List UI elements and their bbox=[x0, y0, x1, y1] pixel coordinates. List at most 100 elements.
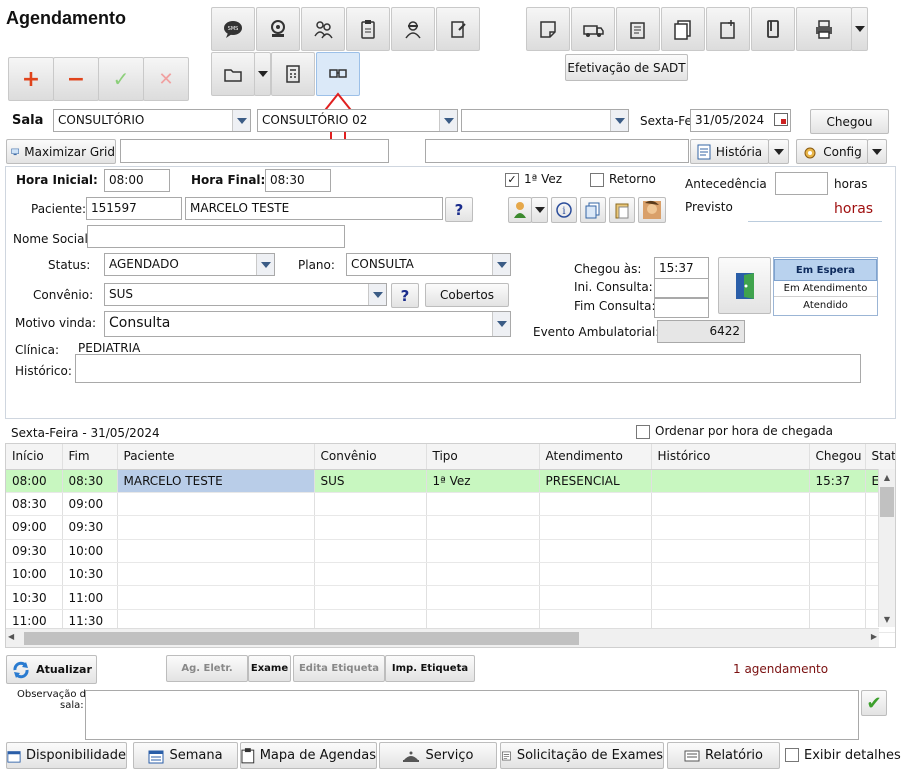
efetivacao-sadt-button[interactable]: Efetivação de SADT bbox=[565, 54, 688, 81]
ini-consulta-field[interactable] bbox=[654, 278, 709, 298]
status-select[interactable]: AGENDADO bbox=[104, 253, 275, 276]
sala-select-1[interactable]: CONSULTÓRIO bbox=[53, 109, 251, 132]
status-atendido[interactable]: Atendido bbox=[774, 297, 877, 313]
paciente-id-field[interactable]: 151597 bbox=[86, 197, 182, 220]
scroll-down-icon[interactable]: ▼ bbox=[879, 611, 895, 627]
remove-button[interactable]: − bbox=[53, 57, 99, 101]
col-chegou[interactable]: Chegou bbox=[809, 444, 866, 470]
doctor-button[interactable] bbox=[391, 7, 435, 51]
col-tipo[interactable]: Tipo bbox=[426, 444, 540, 470]
status-em-espera[interactable]: Em Espera bbox=[774, 259, 877, 281]
prescription-button[interactable] bbox=[706, 7, 750, 51]
webcam-button[interactable] bbox=[256, 7, 300, 51]
col-historico[interactable]: Histórico bbox=[651, 444, 810, 470]
hora-inicial-field[interactable]: 08:00 bbox=[104, 169, 170, 192]
historico-field[interactable] bbox=[75, 354, 861, 383]
convenio-help-button[interactable]: ? bbox=[391, 283, 419, 308]
hora-final-field[interactable]: 08:30 bbox=[265, 169, 331, 192]
exame-button[interactable]: Exame bbox=[248, 655, 291, 682]
config-dropdown-button[interactable] bbox=[867, 139, 887, 164]
phone-button[interactable] bbox=[751, 7, 795, 51]
copy-button[interactable] bbox=[580, 197, 606, 223]
sms-button[interactable]: SMS bbox=[211, 7, 255, 51]
col-fim[interactable]: Fim bbox=[62, 444, 118, 470]
scroll-right-icon[interactable]: ▶ bbox=[871, 632, 877, 641]
door-button[interactable] bbox=[718, 257, 771, 314]
primeira-vez-checkbox[interactable]: ✓ bbox=[505, 173, 519, 187]
chegou-as-field[interactable]: 15:37 bbox=[654, 257, 709, 280]
col-atendimento[interactable]: Atendimento bbox=[539, 444, 652, 470]
note-button[interactable] bbox=[526, 7, 570, 51]
nome-social-field[interactable] bbox=[87, 225, 345, 248]
fim-consulta-field[interactable] bbox=[654, 298, 709, 318]
vertical-scrollbar[interactable]: ▲ ▼ bbox=[878, 469, 895, 627]
document-edit-button[interactable] bbox=[436, 7, 480, 51]
antecedencia-field[interactable] bbox=[775, 172, 828, 195]
retorno-checkbox[interactable] bbox=[590, 173, 604, 187]
sala-select-3[interactable] bbox=[461, 109, 629, 132]
person-button[interactable] bbox=[508, 197, 532, 223]
table-row[interactable]: 09:00 09:30 bbox=[6, 515, 895, 540]
col-status[interactable]: Stat bbox=[865, 444, 895, 470]
plano-select[interactable]: CONSULTA bbox=[346, 253, 511, 276]
paste-button[interactable] bbox=[609, 197, 635, 223]
paciente-help-button[interactable]: ? bbox=[445, 197, 473, 222]
chegou-button[interactable]: Chegou bbox=[810, 109, 889, 134]
observacao-save-button[interactable]: ✔ bbox=[861, 690, 887, 716]
col-convenio[interactable]: Convênio bbox=[314, 444, 427, 470]
person-dropdown-button[interactable] bbox=[531, 197, 548, 223]
ambulance-button[interactable] bbox=[571, 7, 615, 51]
cancel-button[interactable]: ✕ bbox=[143, 57, 189, 101]
paciente-nome-field[interactable]: MARCELO TESTE bbox=[185, 197, 443, 220]
status-em-atendimento[interactable]: Em Atendimento bbox=[774, 281, 877, 297]
folder-dropdown-button[interactable] bbox=[254, 52, 271, 96]
col-paciente[interactable]: Paciente bbox=[117, 444, 315, 470]
ordenar-checkbox[interactable] bbox=[636, 425, 650, 439]
table-row[interactable]: 08:00 08:30 MARCELO TESTE SUS 1ª Vez PRE… bbox=[6, 469, 895, 493]
scroll-left-icon[interactable]: ◀ bbox=[8, 632, 14, 641]
users-button[interactable] bbox=[301, 7, 345, 51]
toolbar-field-2[interactable] bbox=[425, 139, 689, 163]
scroll-up-icon[interactable]: ▲ bbox=[879, 469, 895, 485]
clipboard-button[interactable] bbox=[346, 7, 390, 51]
historia-dropdown-button[interactable] bbox=[768, 139, 789, 164]
ag-eletr-button[interactable]: Ag. Eletr. bbox=[166, 655, 248, 682]
documents-button[interactable] bbox=[661, 7, 705, 51]
folder-button[interactable] bbox=[211, 52, 255, 96]
convenio-select[interactable]: SUS bbox=[104, 283, 387, 306]
calculator-button[interactable] bbox=[271, 52, 315, 96]
table-row[interactable]: 08:30 09:00 bbox=[6, 492, 895, 517]
id-card-button[interactable] bbox=[316, 52, 360, 96]
toolbar-field-1[interactable] bbox=[120, 139, 389, 163]
horizontal-scrollbar[interactable]: ◀ ▶ bbox=[6, 628, 879, 647]
observacao-field[interactable] bbox=[85, 690, 859, 740]
exibir-detalhes-checkbox[interactable] bbox=[785, 748, 799, 762]
add-button[interactable]: + bbox=[8, 57, 54, 101]
motivo-select[interactable]: Consulta bbox=[104, 311, 511, 337]
tab-servico[interactable]: Serviço bbox=[379, 742, 497, 769]
table-row[interactable]: 09:30 10:00 bbox=[6, 539, 895, 564]
table-row[interactable]: 10:00 10:30 bbox=[6, 562, 895, 587]
print-button[interactable] bbox=[796, 7, 852, 51]
sala-select-2[interactable]: CONSULTÓRIO 02 bbox=[257, 109, 458, 132]
edita-etiqueta-button[interactable]: Edita Etiqueta bbox=[293, 655, 385, 682]
imp-etiqueta-button[interactable]: Imp. Etiqueta bbox=[385, 655, 475, 682]
col-inicio[interactable]: Início bbox=[6, 444, 63, 470]
config-button[interactable]: Config bbox=[796, 139, 868, 164]
table-row[interactable]: 10:30 11:00 bbox=[6, 585, 895, 610]
tab-semana[interactable]: Semana bbox=[133, 742, 238, 769]
tab-relatorio[interactable]: Relatório bbox=[667, 742, 780, 769]
info-button[interactable]: i bbox=[551, 197, 577, 223]
tab-mapa-agendas[interactable]: Mapa de Agendas bbox=[240, 742, 377, 769]
scroll-h-thumb[interactable] bbox=[24, 632, 579, 645]
calendar-icon[interactable] bbox=[774, 113, 788, 126]
scroll-thumb[interactable] bbox=[880, 487, 894, 517]
historia-button[interactable]: História bbox=[690, 139, 769, 164]
tab-solicitacao-exames[interactable]: Solicitação de Exames bbox=[500, 742, 664, 769]
report-button[interactable] bbox=[616, 7, 660, 51]
cobertos-button[interactable]: Cobertos bbox=[425, 283, 509, 307]
confirm-button[interactable]: ✓ bbox=[98, 57, 144, 101]
maximizar-grid-button[interactable]: Maximizar Grid bbox=[6, 139, 116, 164]
tab-disponibilidade[interactable]: Disponibilidade bbox=[6, 742, 127, 769]
print-dropdown-button[interactable] bbox=[851, 7, 868, 51]
